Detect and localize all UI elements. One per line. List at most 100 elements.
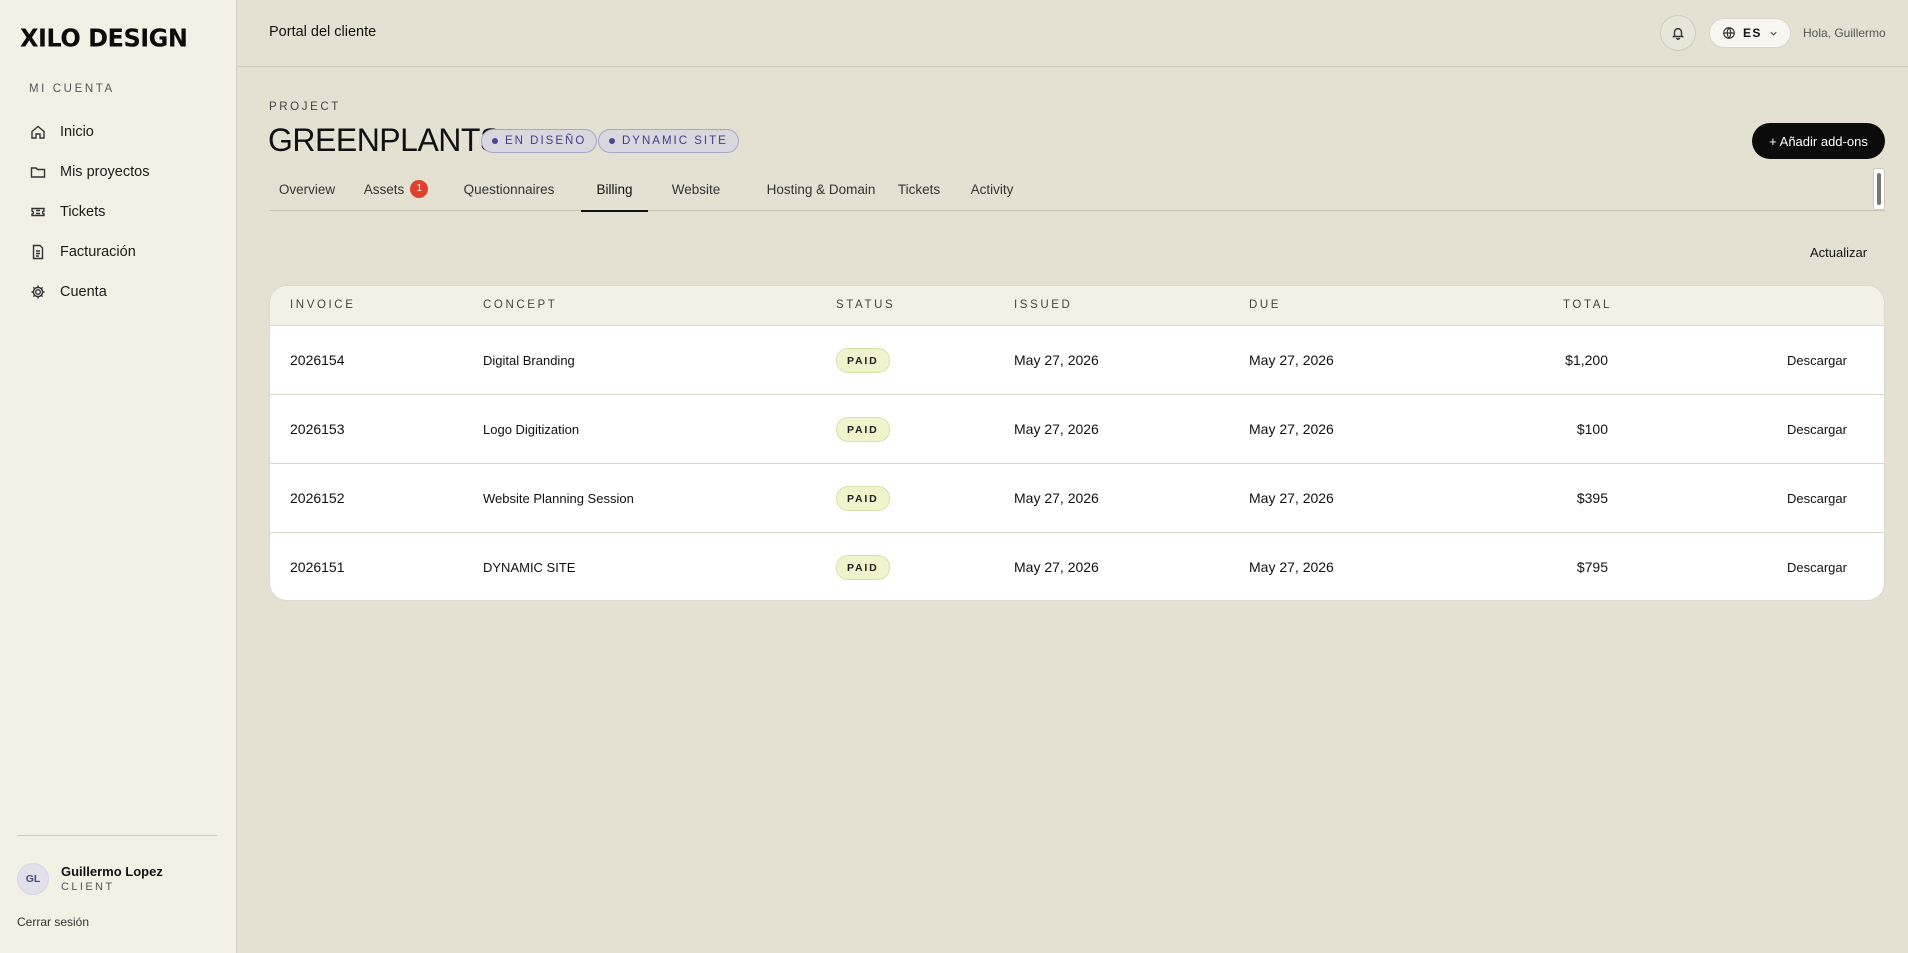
invoice-number: 2026152 bbox=[290, 490, 345, 506]
table-header: INVOICE CONCEPT STATUS ISSUED DUE TOTAL bbox=[270, 286, 1884, 326]
add-addons-button[interactable]: + Añadir add-ons bbox=[1752, 123, 1885, 159]
download-button[interactable]: Descargar bbox=[1787, 491, 1847, 506]
project-type-badge: DYNAMIC SITE bbox=[598, 129, 739, 153]
sidebar-item-label: Inicio bbox=[60, 124, 94, 140]
tab-tickets[interactable]: Tickets bbox=[883, 168, 955, 211]
table-row: 2026151 DYNAMIC SITE PAID May 27, 2026 M… bbox=[270, 533, 1884, 600]
due-date: May 27, 2026 bbox=[1249, 490, 1334, 506]
badge-label: EN DISEÑO bbox=[505, 135, 587, 147]
issued-date: May 27, 2026 bbox=[1014, 352, 1099, 368]
issued-date: May 27, 2026 bbox=[1014, 490, 1099, 506]
language-code: ES bbox=[1743, 26, 1762, 40]
download-button[interactable]: Descargar bbox=[1787, 560, 1847, 575]
user-greeting: Hola, Guillermo bbox=[1803, 26, 1886, 40]
sidebar-divider bbox=[17, 835, 217, 836]
download-button[interactable]: Descargar bbox=[1787, 422, 1847, 437]
project-label: PROJECT bbox=[269, 101, 341, 113]
language-selector[interactable]: ES bbox=[1709, 18, 1791, 48]
tab-label: Billing bbox=[596, 181, 633, 197]
tab-label: Tickets bbox=[897, 182, 941, 197]
due-date: May 27, 2026 bbox=[1249, 352, 1334, 368]
page-title: Portal del cliente bbox=[269, 24, 377, 40]
invoice-number: 2026154 bbox=[290, 352, 345, 368]
tab-label: Overview bbox=[278, 182, 336, 197]
due-date: May 27, 2026 bbox=[1249, 421, 1334, 437]
sidebar-item-label: Facturación bbox=[60, 244, 136, 260]
tab-hosting-domain[interactable]: Hosting & Domain bbox=[746, 168, 896, 211]
sidebar-item-label: Tickets bbox=[60, 204, 106, 220]
project-phase-badge: EN DISEÑO bbox=[481, 129, 598, 153]
column-header-due: DUE bbox=[1249, 299, 1282, 311]
sidebar: XILO DESIGN MI CUENTA Inicio Mis proyect… bbox=[0, 0, 237, 953]
column-header-concept: CONCEPT bbox=[483, 299, 558, 311]
project-tabs: Overview Assets 1 Questionnaires Billing … bbox=[269, 168, 1885, 212]
tab-website[interactable]: Website bbox=[662, 168, 730, 211]
table-row: 2026152 Website Planning Session PAID Ma… bbox=[270, 464, 1884, 533]
sidebar-item-facturacion[interactable]: Facturación bbox=[0, 232, 237, 272]
sidebar-nav: Inicio Mis proyectos Tickets Facturación… bbox=[0, 112, 237, 312]
brand-logo[interactable]: XILO DESIGN bbox=[20, 23, 188, 52]
tab-overview[interactable]: Overview bbox=[269, 168, 345, 211]
bell-icon bbox=[1671, 27, 1685, 40]
tabs-scrollbar[interactable] bbox=[1873, 168, 1885, 210]
sidebar-item-tickets[interactable]: Tickets bbox=[0, 192, 237, 232]
column-header-status: STATUS bbox=[836, 299, 896, 311]
refresh-button[interactable]: Actualizar bbox=[1810, 245, 1867, 260]
tab-label: Website bbox=[671, 182, 721, 197]
due-date: May 27, 2026 bbox=[1249, 559, 1334, 575]
tab-activity[interactable]: Activity bbox=[960, 168, 1024, 211]
tab-questionnaires[interactable]: Questionnaires bbox=[455, 168, 563, 211]
sidebar-item-cuenta[interactable]: Cuenta bbox=[0, 272, 237, 312]
sidebar-item-mis-proyectos[interactable]: Mis proyectos bbox=[0, 152, 237, 192]
tab-billing[interactable]: Billing bbox=[581, 168, 648, 212]
project-title: GREENPLANTS bbox=[268, 122, 501, 158]
notifications-button[interactable] bbox=[1660, 15, 1696, 51]
badge-label: DYNAMIC SITE bbox=[622, 135, 728, 147]
invoice-concept: DYNAMIC SITE bbox=[483, 560, 576, 575]
user-role: CLIENT bbox=[61, 881, 115, 893]
table-row: 2026154 Digital Branding PAID May 27, 20… bbox=[270, 326, 1884, 395]
column-header-invoice: INVOICE bbox=[290, 299, 356, 311]
invoices-table: INVOICE CONCEPT STATUS ISSUED DUE TOTAL … bbox=[269, 285, 1885, 601]
download-button[interactable]: Descargar bbox=[1787, 353, 1847, 368]
column-header-issued: ISSUED bbox=[1014, 299, 1073, 311]
user-name: Guillermo Lopez bbox=[61, 864, 163, 879]
status-dot bbox=[492, 138, 498, 144]
folder-icon bbox=[29, 163, 47, 181]
ticket-icon bbox=[29, 203, 47, 221]
tab-label: Hosting & Domain bbox=[766, 182, 876, 197]
issued-date: May 27, 2026 bbox=[1014, 559, 1099, 575]
avatar[interactable]: GL bbox=[17, 863, 49, 895]
sidebar-item-label: Mis proyectos bbox=[60, 164, 150, 180]
status-badge: PAID bbox=[836, 417, 890, 442]
invoice-total: $100 bbox=[1576, 421, 1608, 437]
sidebar-item-inicio[interactable]: Inicio bbox=[0, 112, 237, 152]
assets-count-badge: 1 bbox=[410, 179, 429, 198]
invoice-total: $395 bbox=[1576, 490, 1608, 506]
status-badge: PAID bbox=[836, 555, 890, 580]
tab-label: Questionnaires bbox=[463, 182, 555, 197]
globe-icon bbox=[1723, 27, 1735, 39]
tab-label: Assets bbox=[363, 182, 405, 197]
issued-date: May 27, 2026 bbox=[1014, 421, 1099, 437]
invoice-number: 2026151 bbox=[290, 559, 345, 575]
document-icon bbox=[29, 243, 47, 261]
status-badge: PAID bbox=[836, 486, 890, 511]
gear-icon bbox=[29, 283, 47, 301]
logout-link[interactable]: Cerrar sesión bbox=[17, 915, 89, 929]
table-row: 2026153 Logo Digitization PAID May 27, 2… bbox=[270, 395, 1884, 464]
sidebar-item-label: Cuenta bbox=[60, 284, 107, 300]
invoice-total: $795 bbox=[1576, 559, 1608, 575]
sidebar-section-label: MI CUENTA bbox=[29, 83, 115, 95]
invoice-concept: Digital Branding bbox=[483, 353, 575, 368]
invoice-number: 2026153 bbox=[290, 421, 345, 437]
tab-label: Activity bbox=[970, 182, 1014, 197]
tab-assets[interactable]: Assets 1 bbox=[356, 168, 436, 211]
topbar: Portal del cliente ES Hola, Guillermo bbox=[238, 0, 1908, 67]
invoice-concept: Website Planning Session bbox=[483, 491, 634, 506]
invoice-total: $1,200 bbox=[1565, 352, 1608, 368]
status-badge: PAID bbox=[836, 348, 890, 373]
status-dot bbox=[609, 138, 615, 144]
chevron-down-icon bbox=[1770, 31, 1777, 36]
column-header-total: TOTAL bbox=[1563, 299, 1612, 311]
